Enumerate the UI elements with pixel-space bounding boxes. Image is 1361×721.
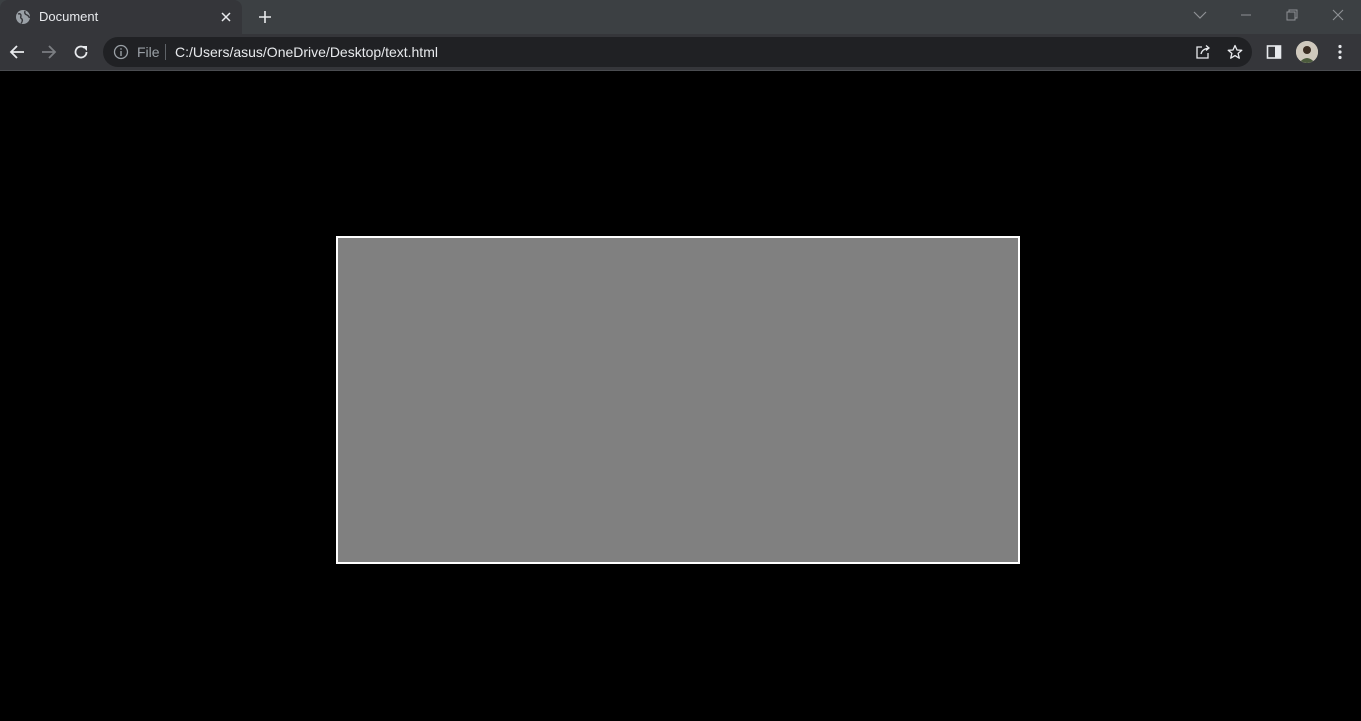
close-icon: [1332, 9, 1344, 21]
minimize-icon: [1241, 14, 1251, 16]
close-icon[interactable]: [218, 9, 234, 25]
plus-icon: [259, 11, 271, 23]
restore-icon: [1286, 9, 1298, 21]
page-viewport: [0, 71, 1361, 721]
side-panel-button[interactable]: [1262, 40, 1286, 64]
chevron-down-icon: [1193, 11, 1207, 19]
tab-search-button[interactable]: [1177, 0, 1223, 30]
globe-icon: [15, 9, 31, 25]
minimize-button[interactable]: [1223, 0, 1269, 30]
browser-window: Document File C:/Users/asus/OneDrive/Des…: [0, 0, 1361, 721]
reload-button[interactable]: [67, 38, 95, 66]
browser-toolbar: File C:/Users/asus/OneDrive/Desktop/text…: [0, 34, 1361, 70]
info-icon[interactable]: [113, 44, 129, 60]
scheme-label: File: [137, 44, 160, 60]
address-bar[interactable]: File C:/Users/asus/OneDrive/Desktop/text…: [103, 37, 1252, 67]
star-icon[interactable]: [1225, 42, 1245, 62]
tab-document[interactable]: Document: [0, 0, 242, 34]
tab-title: Document: [39, 9, 99, 24]
reload-icon: [74, 45, 88, 59]
window-close-button[interactable]: [1315, 0, 1361, 30]
back-button[interactable]: [3, 38, 31, 66]
forward-button[interactable]: [35, 38, 63, 66]
share-icon[interactable]: [1193, 42, 1213, 62]
omnibox-separator: [165, 44, 166, 60]
arrow-right-icon: [42, 45, 57, 59]
tab-strip: Document: [0, 0, 1361, 34]
restore-button[interactable]: [1269, 0, 1315, 30]
gray-box: [336, 236, 1020, 564]
arrow-left-icon: [9, 45, 24, 59]
kebab-menu-icon[interactable]: [1328, 40, 1352, 64]
new-tab-button[interactable]: [255, 7, 275, 27]
url-text[interactable]: C:/Users/asus/OneDrive/Desktop/text.html: [175, 45, 438, 60]
side-panel-icon: [1266, 45, 1282, 59]
avatar[interactable]: [1296, 41, 1318, 63]
